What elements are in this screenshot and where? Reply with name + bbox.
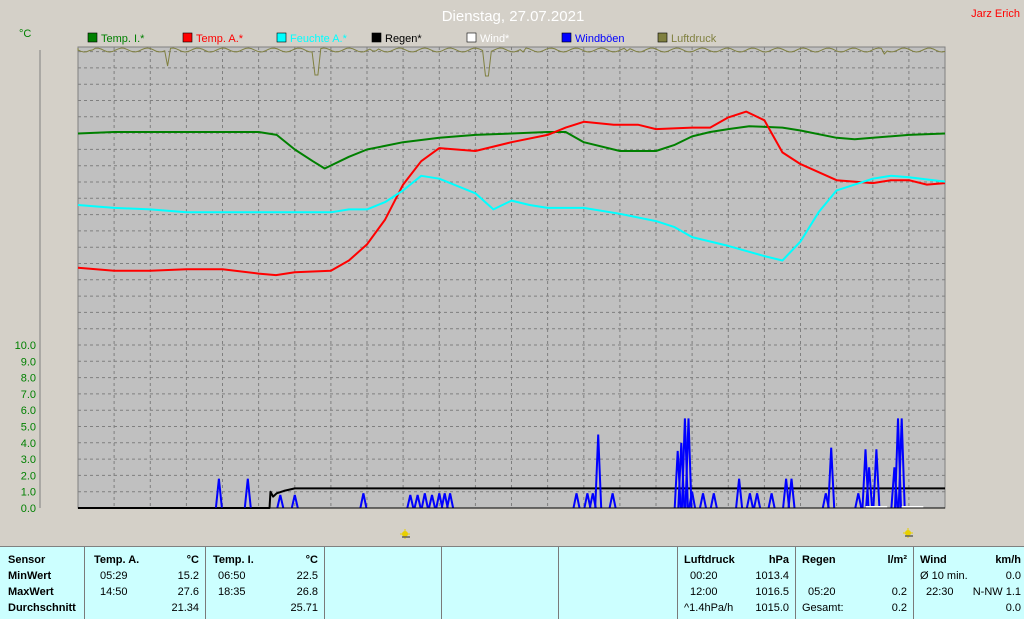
- wind-unit: km/h: [995, 554, 1021, 566]
- pressure-max-value: 1016.5: [755, 586, 789, 598]
- legend-swatch: [561, 32, 572, 43]
- pressure-min-time: 00:20: [690, 570, 718, 582]
- legend-label: Regen*: [385, 33, 422, 45]
- legend-label: Wind*: [480, 33, 510, 45]
- wind-avg-label: Ø 10 min.: [920, 570, 968, 582]
- legend-swatch: [276, 32, 287, 43]
- y-tick-label: 5.0: [21, 422, 36, 434]
- weather-chart: Dienstag, 27.07.2021 Jarz Erich °C Temp.…: [0, 0, 1024, 546]
- sensor-header: Sensor: [8, 554, 46, 566]
- temp-a-unit: °C: [186, 554, 199, 566]
- legend-swatch: [371, 32, 382, 43]
- min-row-label: MinWert: [8, 570, 52, 582]
- y-tick-label: 2.0: [21, 470, 36, 482]
- pressure-max-time: 12:00: [690, 586, 718, 598]
- legend-swatch: [466, 32, 477, 43]
- temp-i-average: 25.71: [290, 602, 318, 614]
- pressure-header: Luftdruck: [684, 554, 735, 566]
- rain-max-value: 0.2: [891, 586, 907, 598]
- rain-total-value: 0.2: [891, 602, 907, 614]
- y-tick-label: 10.0: [15, 340, 36, 352]
- chart-title: Dienstag, 27.07.2021: [442, 8, 585, 25]
- pressure-average: 1015.0: [755, 602, 789, 614]
- temp-i-unit: °C: [305, 554, 318, 566]
- pressure-column: Luftdruck hPa 00:20 1013.4 12:00 1016.5 …: [678, 547, 796, 619]
- legend-label: Temp. A.*: [196, 33, 244, 45]
- plot-area: 0.0 1.0 2.0 3.0 4.0 5.0 6.0 7.0 8.0 9.0 10.0: [15, 46, 946, 515]
- temp-a-max-time: 14:50: [100, 586, 128, 598]
- legend-label: Temp. I.*: [101, 33, 145, 45]
- temp-i-header: Temp. I.: [213, 554, 254, 566]
- pressure-trend: ^1.4hPa/h: [684, 602, 734, 614]
- y-tick-label: 4.0: [21, 438, 36, 450]
- y-tick-label: 7.0: [21, 389, 36, 401]
- temp-i-max-value: 26.8: [296, 586, 318, 598]
- legend-swatch: [87, 32, 98, 43]
- empty-column-1: [325, 547, 442, 619]
- legend-swatch: [182, 32, 193, 43]
- station-name: Jarz Erich: [971, 8, 1020, 20]
- temp-i-column: Temp. I. °C 06:50 22.5 18:35 26.8 25.71: [206, 547, 325, 619]
- temp-a-min-time: 05:29: [100, 570, 128, 582]
- empty-column-3: [559, 547, 678, 619]
- wind-header: Wind: [920, 554, 947, 566]
- avg-row-label: Durchschnitt: [8, 602, 76, 614]
- y-tick-label: 3.0: [21, 454, 36, 466]
- y-tick-label: 1.0: [21, 487, 36, 499]
- y-tick-label: 0.0: [21, 503, 36, 515]
- wind-column: Wind km/h Ø 10 min. 0.0 22:30 N-NW 1.1 0…: [914, 547, 1024, 619]
- temp-a-average: 21.34: [171, 602, 199, 614]
- pressure-unit: hPa: [768, 554, 789, 566]
- legend-swatch: [657, 32, 668, 43]
- wind-avg-value: 0.0: [1005, 570, 1021, 582]
- temp-a-column: Temp. A. °C 05:29 15.2 14:50 27.6 21.34: [85, 547, 206, 619]
- pressure-min-value: 1013.4: [755, 570, 789, 582]
- legend-label: Feuchte A.*: [290, 33, 348, 45]
- rain-unit: l/m²: [887, 554, 907, 566]
- temp-a-max-value: 27.6: [177, 586, 199, 598]
- wind-average: 0.0: [1005, 602, 1021, 614]
- rain-total-label: Gesamt:: [802, 602, 844, 614]
- temp-a-min-value: 15.2: [177, 570, 199, 582]
- grid-lines: [39, 46, 946, 509]
- wind-max-time: 22:30: [926, 586, 954, 598]
- y-tick-label: 6.0: [21, 405, 36, 417]
- wind-max-value: N-NW 1.1: [972, 586, 1021, 598]
- statistics-table: Sensor MinWert MaxWert Durchschnitt Temp…: [0, 546, 1024, 619]
- legend-label: Luftdruck: [671, 33, 717, 45]
- temp-a-header: Temp. A.: [94, 554, 140, 566]
- y-axis-unit: °C: [19, 28, 31, 40]
- rain-max-time: 05:20: [808, 586, 836, 598]
- rain-column: Regen l/m² 05:20 0.2 Gesamt: 0.2: [796, 547, 914, 619]
- temp-i-min-time: 06:50: [218, 570, 246, 582]
- legend-label: Windböen: [575, 33, 625, 45]
- temp-i-min-value: 22.5: [296, 570, 318, 582]
- y-tick-label: 8.0: [21, 373, 36, 385]
- rain-header: Regen: [802, 554, 836, 566]
- max-row-label: MaxWert: [8, 586, 54, 598]
- sensor-column: Sensor MinWert MaxWert Durchschnitt: [0, 547, 85, 619]
- temp-i-max-time: 18:35: [218, 586, 246, 598]
- empty-column-2: [442, 547, 559, 619]
- y-tick-label: 9.0: [21, 356, 36, 368]
